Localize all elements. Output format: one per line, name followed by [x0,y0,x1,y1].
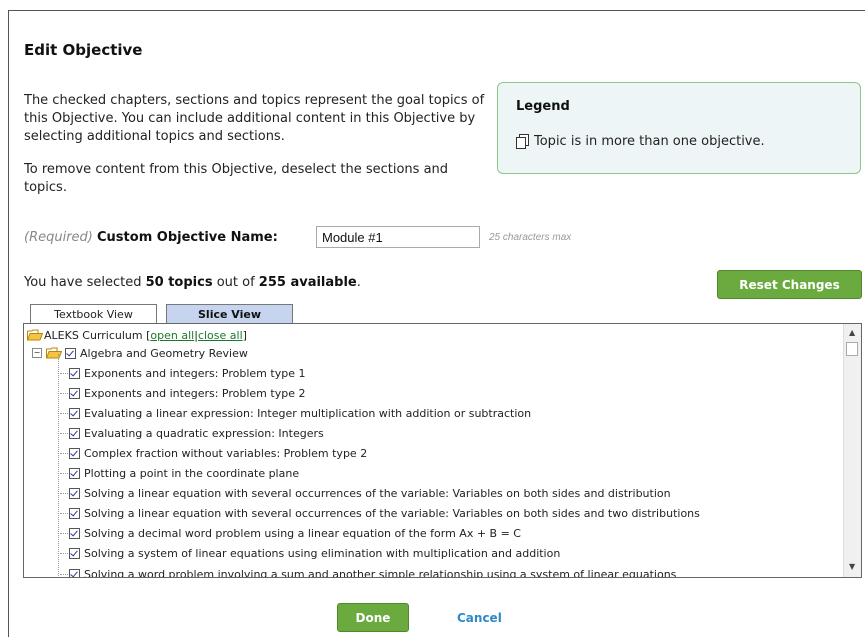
topic-tree: ALEKS Curriculum [open all | close all] … [23,323,862,578]
tree-chapter: − Algebra and Geometry Review [32,343,248,363]
selection-prefix: You have selected [24,275,142,290]
topic-label: Solving a word problem involving a sum a… [84,567,677,578]
selection-summary: You have selected 50 topics out of 255 a… [24,275,361,290]
topic-checkbox[interactable] [69,407,80,419]
topic-row: Exponents and integers: Problem type 2 [60,383,305,403]
topic-checkbox[interactable] [69,467,80,479]
topic-row: Solving a linear equation with several o… [60,503,700,523]
scroll-up-arrow-icon[interactable]: ▲ [849,328,855,337]
topic-label: Plotting a point in the coordinate plane [84,466,300,480]
multi-objective-topic-icon [516,134,529,149]
topic-checkbox[interactable] [69,427,80,439]
topic-checkbox[interactable] [69,507,80,519]
scrollbar-thumb[interactable] [846,342,858,356]
topic-row: Solving a linear equation with several o… [60,483,671,503]
topic-row: Complex fraction without variables: Prob… [60,443,367,463]
topic-checkbox[interactable] [69,447,80,459]
topic-checkbox[interactable] [69,527,80,539]
topic-checkbox[interactable] [69,568,80,577]
done-button[interactable]: Done [337,603,409,632]
topic-row: Exponents and integers: Problem type 1 [60,363,305,383]
topic-checkbox[interactable] [69,547,80,559]
legend-item-label: Topic is in more than one objective. [534,134,765,149]
topic-tree-content: ALEKS Curriculum [open all | close all] … [24,324,844,577]
topic-row: Solving a word problem involving a sum a… [60,564,676,577]
legend-title: Legend [516,99,570,114]
chapter-checkbox[interactable] [65,347,76,359]
tree-root: ALEKS Curriculum [open all | close all] [27,325,247,345]
topic-label: Evaluating a linear expression: Integer … [84,406,532,420]
objective-name-label: Custom Objective Name: [97,230,278,245]
close-all-link[interactable]: close all [198,329,243,342]
topic-label: Complex fraction without variables: Prob… [84,446,368,460]
legend-item: Topic is in more than one objective. [516,134,765,149]
topic-label: Evaluating a quadratic expression: Integ… [84,426,324,440]
topic-label: Solving a linear equation with several o… [84,486,671,500]
open-all-link[interactable]: open all [150,329,194,342]
description-paragraph-1: The checked chapters, sections and topic… [24,93,485,144]
chapter-label: Algebra and Geometry Review [80,346,248,360]
topic-label: Exponents and integers: Problem type 1 [84,366,306,380]
topic-label: Solving a linear equation with several o… [84,506,700,520]
tree-connector [58,354,59,577]
selection-middle: out of [216,275,255,290]
dialog-title: Edit Objective [24,41,143,59]
selected-topic-count: 50 topics [145,275,213,290]
legend-box: Legend Topic is in more than one objecti… [497,82,861,174]
selection-suffix: . [356,275,361,290]
available-topic-count: 255 available [258,275,357,290]
topic-label: Solving a decimal word problem using a l… [84,526,521,540]
folder-open-icon [46,347,62,359]
objective-name-row: (Required) Custom Objective Name: [24,230,278,245]
topic-checkbox[interactable] [69,367,80,379]
tree-root-label: ALEKS Curriculum [ [44,328,151,342]
tab-textbook-view[interactable]: Textbook View [30,304,157,324]
description-paragraph-2: To remove content from this Objective, d… [24,162,449,195]
tree-scrollbar[interactable]: ▲ ▼ [843,324,861,577]
topic-label: Exponents and integers: Problem type 2 [84,386,306,400]
cancel-link[interactable]: Cancel [457,611,502,625]
topic-row: Evaluating a quadratic expression: Integ… [60,423,324,443]
objective-name-input[interactable] [316,226,480,248]
scroll-down-arrow-icon[interactable]: ▼ [849,562,855,571]
topic-row: Solving a system of linear equations usi… [60,543,560,563]
folder-open-icon [27,329,43,341]
topic-row: Solving a decimal word problem using a l… [60,523,521,543]
topic-row: Evaluating a linear expression: Integer … [60,403,531,423]
topic-label: Solving a system of linear equations usi… [84,546,561,560]
tab-slice-view[interactable]: Slice View [166,304,293,324]
tree-root-end: ] [242,328,247,342]
character-limit-hint: 25 characters max [489,232,572,243]
collapse-toggle-icon[interactable]: − [32,348,42,358]
topic-checkbox[interactable] [69,387,80,399]
required-label: (Required) [24,230,93,245]
reset-changes-button[interactable]: Reset Changes [717,270,862,299]
topic-checkbox[interactable] [69,487,80,499]
topic-row: Plotting a point in the coordinate plane [60,463,299,483]
